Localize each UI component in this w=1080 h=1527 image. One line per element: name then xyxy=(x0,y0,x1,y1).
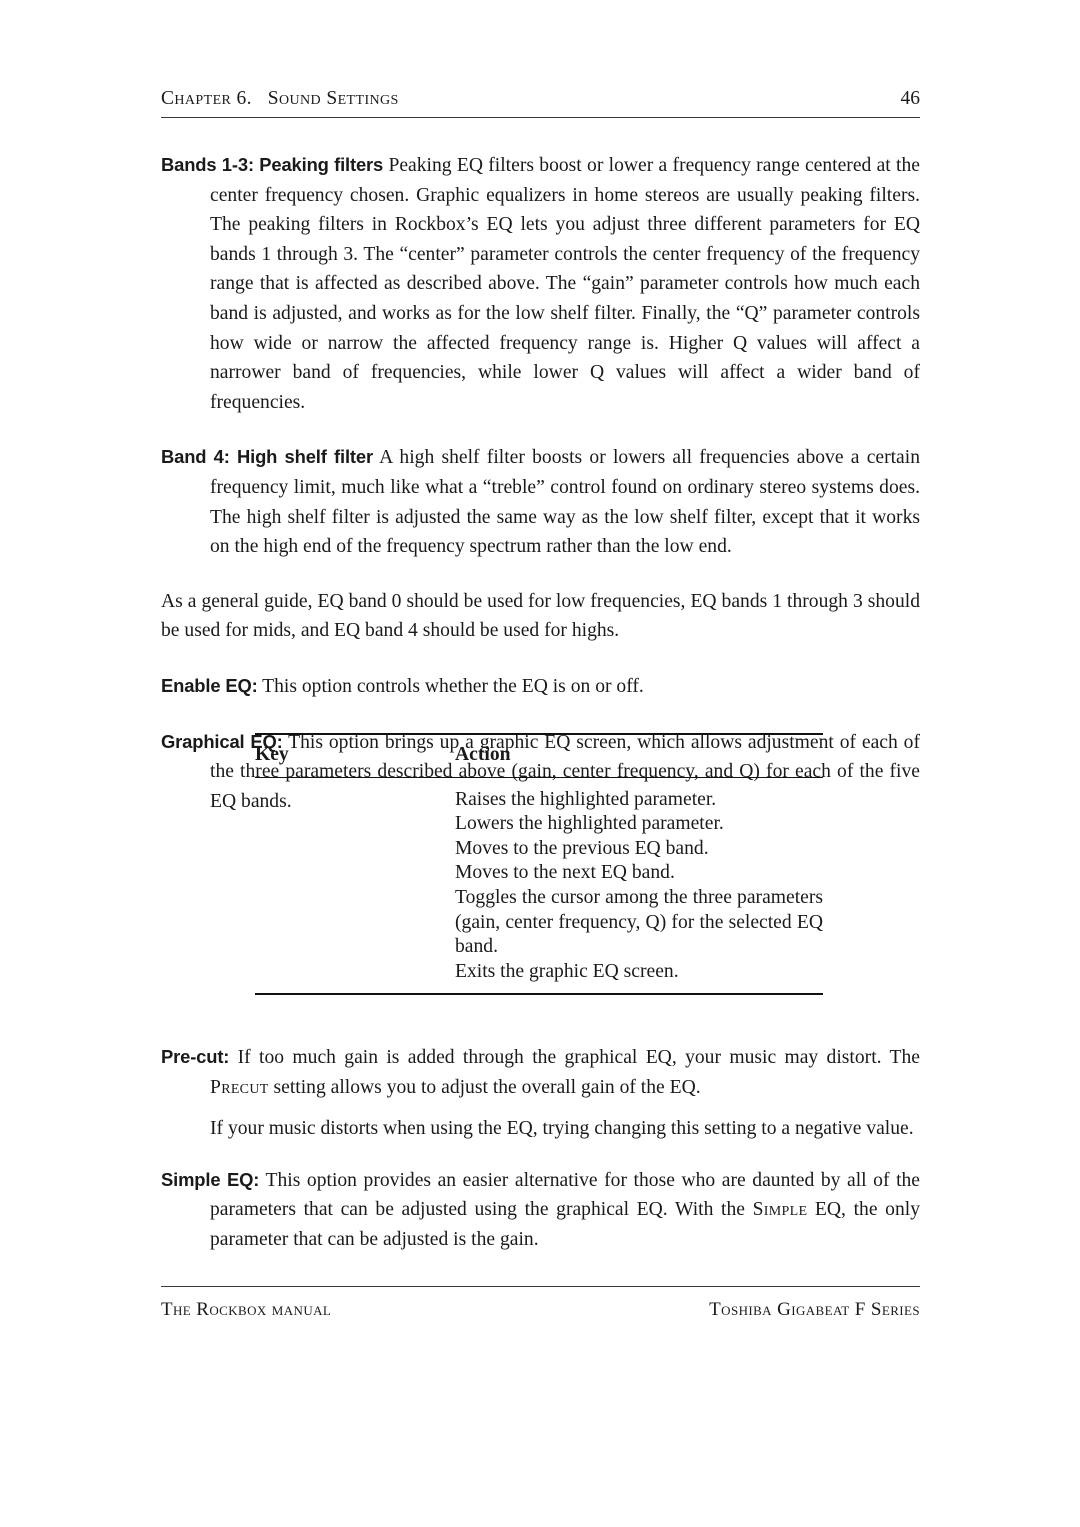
description-text-precut-a: If too much gain is added through the gr… xyxy=(237,1047,920,1068)
description-lead-simple-eq: Simple EQ: xyxy=(161,1168,260,1190)
description-lead-band-4: Band 4: High shelf filter xyxy=(161,446,373,468)
cell-action: Raises the highlighted parameter. xyxy=(455,788,717,810)
table-rule-bottom xyxy=(255,993,823,997)
paragraph-precut-note: If your music distorts when using the EQ… xyxy=(210,1118,914,1140)
page-footer: The Rockbox manual Toshiba Gigabeat F Se… xyxy=(161,1299,920,1321)
cell-action: Moves to the previous EQ band. xyxy=(455,837,709,859)
header-page-number: 46 xyxy=(900,88,921,109)
table-row: Toggles the cursor among the three param… xyxy=(255,886,823,960)
cell-key xyxy=(255,886,455,960)
table-row: Moves to the next EQ band. xyxy=(255,861,823,886)
cell-action: Toggles the cursor among the three param… xyxy=(455,886,823,958)
description-item-precut: Pre-cut: If too much gain is added throu… xyxy=(161,1042,920,1102)
cell-key xyxy=(255,960,455,985)
cell-action: Exits the graphic EQ screen. xyxy=(455,960,679,982)
header-divider xyxy=(161,117,920,118)
cell-key xyxy=(255,837,455,862)
description-text-enable-eq: This option controls whether the EQ is o… xyxy=(262,675,644,697)
description-item-bands-1-3: Bands 1-3: Peaking filters Peaking EQ fi… xyxy=(161,150,920,417)
column-header-key: Key xyxy=(255,744,289,765)
cell-key xyxy=(255,861,455,886)
table-row: Raises the highlighted parameter. xyxy=(255,788,823,813)
cell-key xyxy=(255,812,455,837)
cell-key xyxy=(255,788,455,813)
description-item-enable-eq: Enable EQ: This option controls whether … xyxy=(161,671,920,702)
key-action-table: Key Action Raises the highlighted parame… xyxy=(255,733,823,997)
smallcaps-precut: Precut xyxy=(210,1076,269,1098)
cell-action: Lowers the highlighted parameter. xyxy=(455,813,724,835)
description-item-simple-eq: Simple EQ: This option provides an easie… xyxy=(161,1165,920,1255)
footer-right-text: Toshiba Gigabeat F Series xyxy=(709,1299,920,1320)
column-header-action: Action xyxy=(455,744,511,765)
header-chapter-title: Chapter 6. Sound Settings xyxy=(161,88,399,109)
description-text-precut-b: setting allows you to adjust the overall… xyxy=(268,1076,701,1098)
key-action-table-wrapper: Key Action Raises the highlighted parame… xyxy=(255,733,823,997)
smallcaps-simple: Simple xyxy=(752,1199,808,1221)
spacer-row xyxy=(255,984,823,994)
description-lead-bands-1-3: Bands 1-3: Peaking filters xyxy=(161,154,384,175)
table-row: Exits the graphic EQ screen. xyxy=(255,960,823,985)
page-content-lower: Pre-cut: If too much gain is added throu… xyxy=(161,1042,920,1255)
table-row: Lowers the highlighted parameter. xyxy=(255,812,823,837)
paragraph-general-guide: As a general guide, EQ band 0 should be … xyxy=(161,590,920,642)
footer-divider xyxy=(161,1286,920,1287)
footer-left-text: The Rockbox manual xyxy=(161,1299,332,1320)
page-content-upper: Bands 1-3: Peaking filters Peaking EQ fi… xyxy=(161,150,920,816)
table-header-row: Key Action xyxy=(255,735,823,777)
page-header: Chapter 6. Sound Settings 46 xyxy=(161,88,920,110)
manual-page: Chapter 6. Sound Settings 46 Bands 1-3: … xyxy=(0,0,1080,1527)
table-row: Moves to the previous EQ band. xyxy=(255,837,823,862)
description-lead-precut: Pre-cut: xyxy=(161,1046,230,1067)
description-item-band-4: Band 4: High shelf filter A high shelf f… xyxy=(161,442,920,561)
spacer-row xyxy=(255,778,823,788)
cell-action: Moves to the next EQ band. xyxy=(455,862,675,884)
description-text-bands-1-3: Peaking EQ filters boost or lower a freq… xyxy=(210,155,920,413)
description-lead-enable-eq: Enable EQ: xyxy=(161,674,258,696)
